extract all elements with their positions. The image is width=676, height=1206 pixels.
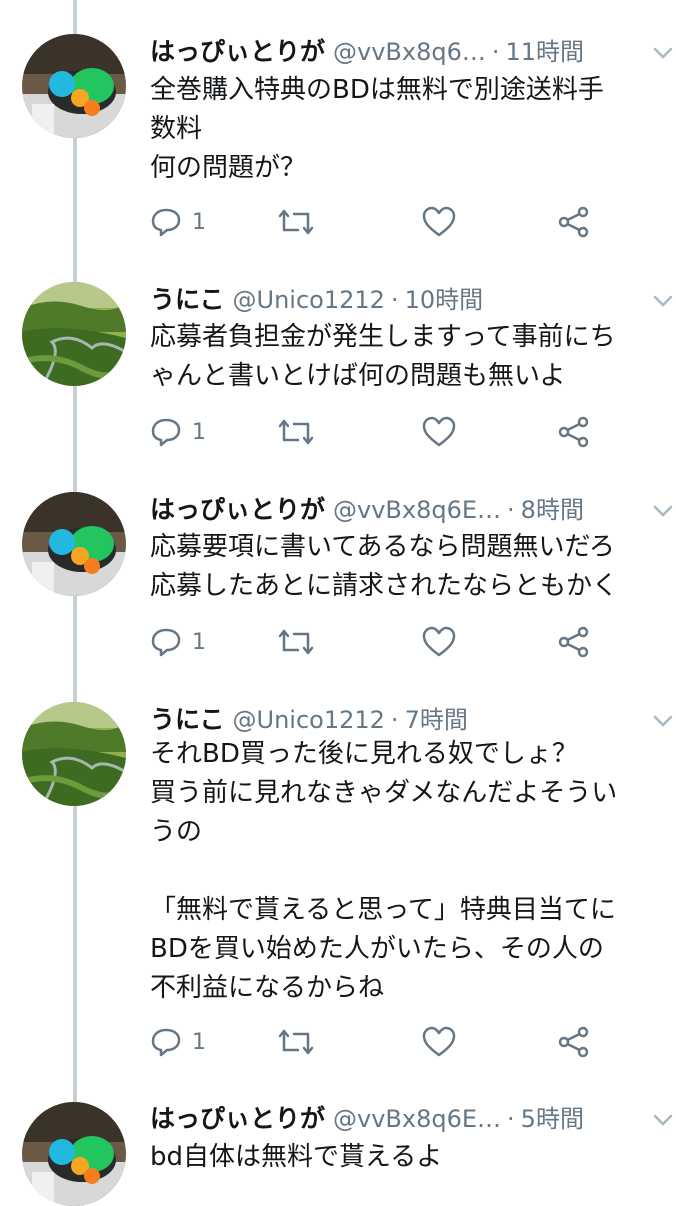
display-name[interactable]: うにこ [150,700,225,736]
heart-icon [422,206,456,237]
chevron-down-icon[interactable] [652,1109,674,1131]
share-icon [558,626,589,658]
reply-button[interactable]: 1 [150,1022,206,1062]
user-handle[interactable]: @vvBx8q6… [333,38,486,66]
separator-dot: · [390,286,399,314]
avatar[interactable] [22,1102,126,1206]
user-handle[interactable]: @Unico1212 [233,286,385,314]
separator-dot: · [390,706,399,734]
heart-icon [422,416,456,447]
chevron-down-icon[interactable] [652,42,674,64]
retweet-icon [278,1029,314,1055]
tweet-text-line: うの [150,817,203,847]
tweet-text: bd自体は無料で貰えるよ [150,1138,670,1177]
like-button[interactable] [422,622,456,662]
tweet-text-line: 数料 [150,114,203,144]
share-button[interactable] [558,202,590,242]
retweet-button[interactable] [278,622,314,662]
user-handle[interactable]: @vvBx8q6E… [333,496,501,524]
tweet-actions: 1 [150,412,670,452]
share-button[interactable] [558,1022,590,1062]
reply-icon [151,628,181,657]
display-name[interactable]: はっぴぃとりが [150,490,325,526]
tweet-text-line: それBD買った後に見れる奴でしょ？ [150,739,578,769]
share-button[interactable] [558,412,590,452]
display-name[interactable]: うにこ [150,280,225,316]
reply-button[interactable]: 1 [150,622,206,662]
timestamp[interactable]: 5時間 [521,1099,584,1134]
reply-count: 1 [192,419,206,445]
avatar[interactable] [22,34,126,138]
share-icon [558,1026,589,1058]
thread-line [73,0,77,1200]
share-icon [558,416,589,448]
reply-icon [151,208,181,237]
tweet-actions: 1 [150,1022,670,1062]
reply-count: 1 [192,1029,206,1055]
tweet-text: 応募要項に書いてあるなら問題無いだろ 応募したあとに請求されたならともかく [150,528,670,606]
avatar[interactable] [22,282,126,386]
retweet-button[interactable] [278,1022,314,1062]
tweet-text-line: ゃんと書いとけば何の問題も無いよ [150,361,566,391]
tweet-text: 応募者負担金が発生しますって事前にち ゃんと書いとけば何の問題も無いよ [150,318,670,396]
timestamp[interactable]: 8時間 [521,490,584,525]
share-button[interactable] [558,622,590,662]
reply-icon [151,418,181,447]
timestamp[interactable]: 11時間 [506,32,585,67]
separator-dot: · [507,1105,515,1133]
retweet-button[interactable] [278,412,314,452]
retweet-button[interactable] [278,202,314,242]
avatar[interactable] [22,702,126,806]
separator-dot: · [491,38,500,66]
tweet-text-line: BDを買い始めた人がいたら、その人の [150,934,604,964]
tweet-text-line: 応募者負担金が発生しますって事前にち [150,322,616,352]
chevron-down-icon[interactable] [652,710,674,732]
like-button[interactable] [422,202,456,242]
timestamp[interactable]: 7時間 [405,700,468,735]
tweet-text-line: 何の問題が？ [150,153,307,183]
chevron-down-icon[interactable] [652,500,674,522]
tweet-text: それBD買った後に見れる奴でしょ？ 買う前に見れなきゃダメなんだよそうい うの … [150,735,670,1008]
reply-button[interactable]: 1 [150,412,206,452]
reply-count: 1 [192,629,206,655]
display-name[interactable]: はっぴぃとりが [150,1099,325,1135]
tweet-text-line: 応募要項に書いてあるなら問題無いだろ [150,532,615,562]
tweet-text-line [150,852,670,891]
like-button[interactable] [422,412,456,452]
user-handle[interactable]: @vvBx8q6E… [333,1105,501,1133]
tweet-actions: 1 [150,202,670,242]
tweet-text-line: bd自体は無料で貰えるよ [150,1142,443,1172]
separator-dot: · [507,496,515,524]
heart-icon [422,1026,456,1057]
avatar[interactable] [22,492,126,596]
tweet-text-line: 応募したあとに請求されたならともかく [150,571,619,601]
tweet-text: 全巻購入特典のBDは無料で別途送料手 数料 何の問題が？ [150,71,670,188]
reply-button[interactable]: 1 [150,202,206,242]
tweet-text-line: 不利益になるからね [150,973,385,1003]
reply-icon [151,1028,181,1057]
retweet-icon [278,419,314,445]
tweet-text-line: 全巻購入特典のBDは無料で別途送料手 [150,75,604,105]
retweet-icon [278,629,314,655]
timestamp[interactable]: 10時間 [405,280,484,315]
tweet-actions: 1 [150,622,670,662]
user-handle[interactable]: @Unico1212 [233,706,385,734]
heart-icon [422,626,456,657]
reply-count: 1 [192,209,206,235]
like-button[interactable] [422,1022,456,1062]
display-name[interactable]: はっぴぃとりが [150,32,325,68]
share-icon [558,206,589,238]
chevron-down-icon[interactable] [652,290,674,312]
tweet-text-line: 買う前に見れなきゃダメなんだよそうい [150,778,618,808]
tweet-text-line: 「無料で貰えると思って」特典目当てに [150,895,616,925]
retweet-icon [278,209,314,235]
